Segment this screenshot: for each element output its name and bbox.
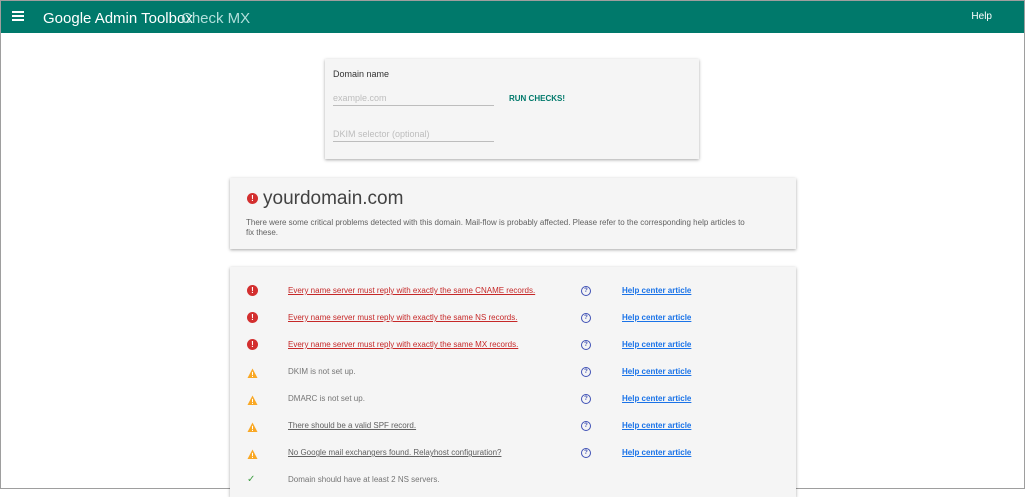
warning-icon: [247, 447, 258, 459]
help-question-icon[interactable]: ?: [581, 394, 591, 404]
check-message[interactable]: Every name server must reply with exactl…: [288, 313, 517, 322]
check-message[interactable]: Every name server must reply with exactl…: [288, 340, 518, 349]
check-icon: ✓: [247, 474, 256, 485]
check-row: DKIM is not set up.? Help center article: [230, 364, 796, 380]
run-checks-button[interactable]: RUN CHECKS!: [505, 92, 569, 105]
check-message[interactable]: There should be a valid SPF record.: [288, 421, 416, 430]
domain-form-card: Domain name RUN CHECKS!: [325, 59, 699, 159]
app-title: Google Admin Toolbox: [43, 10, 193, 27]
help-question-icon[interactable]: ?: [581, 313, 591, 323]
help-center-article-link[interactable]: Help center article: [622, 394, 691, 403]
check-row: No Google mail exchangers found. Relayho…: [230, 445, 796, 461]
check-row: ! Every name server must reply with exact…: [230, 337, 796, 353]
help-center-article-link[interactable]: Help center article: [622, 448, 691, 457]
help-center-article-link[interactable]: Help center article: [622, 367, 691, 376]
check-message: Domain should have at least 2 NS servers…: [288, 475, 440, 484]
check-row: ! Every name server must reply with exact…: [230, 283, 796, 299]
help-link[interactable]: Help: [971, 11, 992, 22]
check-row: There should be a valid SPF record.? Help…: [230, 418, 796, 434]
warning-icon: [247, 393, 258, 405]
help-question-icon[interactable]: ?: [581, 448, 591, 458]
check-message: DMARC is not set up.: [288, 394, 365, 403]
check-row: ✓ Domain should have at least 2 NS server…: [230, 472, 796, 488]
help-question-icon[interactable]: ?: [581, 286, 591, 296]
check-message: DKIM is not set up.: [288, 367, 356, 376]
help-center-article-link[interactable]: Help center article: [622, 286, 691, 295]
summary-card: ! yourdomain.com There were some critica…: [230, 178, 796, 249]
error-icon: !: [247, 193, 258, 204]
help-center-article-link[interactable]: Help center article: [622, 340, 691, 349]
help-question-icon[interactable]: ?: [581, 367, 591, 377]
top-app-bar: Google Admin Toolbox Check MX Help: [1, 1, 1024, 33]
help-question-icon[interactable]: ?: [581, 340, 591, 350]
menu-icon[interactable]: [12, 11, 24, 21]
check-message[interactable]: Every name server must reply with exactl…: [288, 286, 535, 295]
error-icon: !: [247, 339, 258, 350]
domain-name-label: Domain name: [333, 69, 390, 79]
error-icon: !: [247, 312, 258, 323]
domain-name-input[interactable]: [333, 91, 494, 106]
check-row: DMARC is not set up.? Help center article: [230, 391, 796, 407]
check-row: ! Every name server must reply with exact…: [230, 310, 796, 326]
dkim-selector-input[interactable]: [333, 127, 494, 142]
warning-icon: [247, 366, 258, 378]
help-center-article-link[interactable]: Help center article: [622, 421, 691, 430]
app-subtitle: Check MX: [181, 10, 251, 27]
help-center-article-link[interactable]: Help center article: [622, 313, 691, 322]
help-question-icon[interactable]: ?: [581, 421, 591, 431]
error-icon: !: [247, 285, 258, 296]
summary-domain: yourdomain.com: [263, 188, 404, 209]
summary-message: There were some critical problems detect…: [246, 218, 745, 237]
warning-icon: [247, 420, 258, 432]
check-message[interactable]: No Google mail exchangers found. Relayho…: [288, 448, 501, 457]
checks-card: ! Every name server must reply with exact…: [230, 267, 796, 497]
